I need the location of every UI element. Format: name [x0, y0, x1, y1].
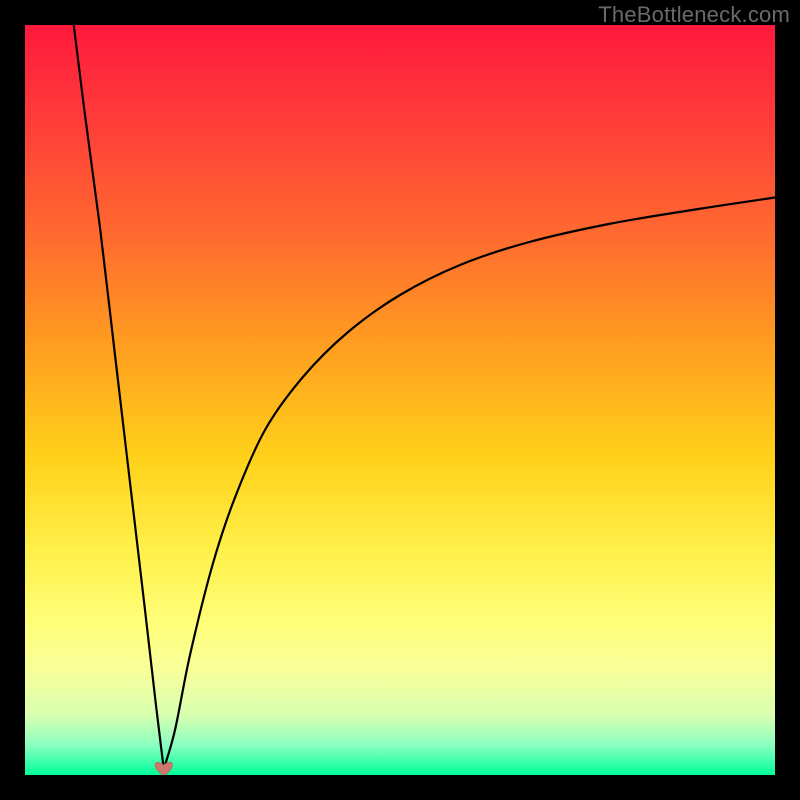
curve-right-branch: [164, 198, 775, 770]
curve-lines: [74, 25, 775, 769]
bottleneck-curve: [25, 25, 775, 775]
chart-frame: TheBottleneck.com: [0, 0, 800, 800]
curve-left-branch: [74, 25, 164, 769]
plot-area: [25, 25, 775, 775]
